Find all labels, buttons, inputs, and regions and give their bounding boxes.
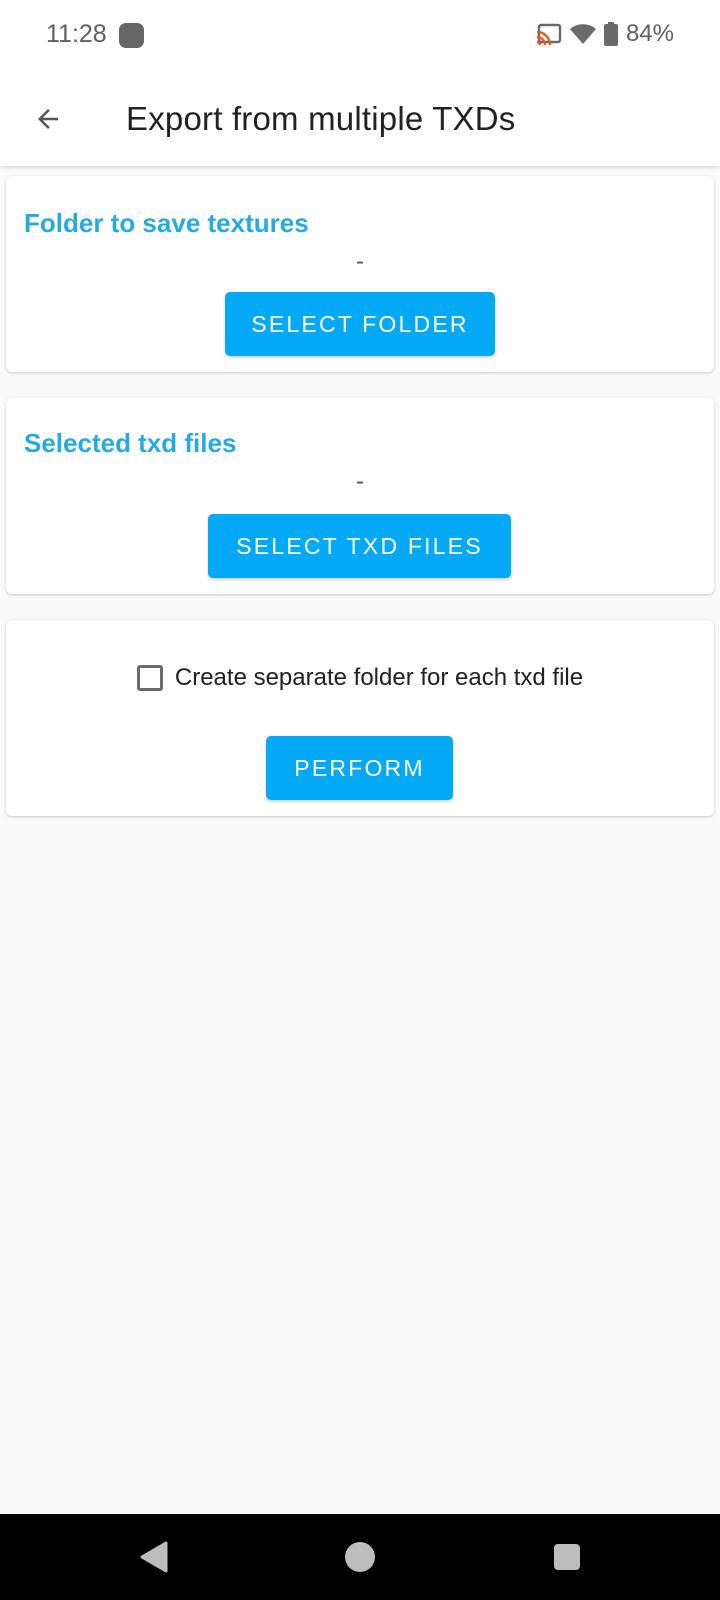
nav-home-button[interactable] bbox=[337, 1534, 383, 1580]
content-area: Folder to save textures - SELECT FOLDER … bbox=[0, 166, 720, 1514]
system-nav-bar bbox=[0, 1514, 720, 1600]
txd-files-value: - bbox=[356, 468, 364, 495]
select-folder-button[interactable]: SELECT FOLDER bbox=[225, 292, 495, 356]
arrow-back-icon bbox=[38, 109, 58, 129]
status-icons: 84% bbox=[536, 20, 674, 48]
txd-files-card-title: Selected txd files bbox=[24, 428, 237, 458]
app-bar: Export from multiple TXDs bbox=[0, 72, 720, 166]
folder-card-title: Folder to save textures bbox=[24, 208, 309, 238]
wifi-icon bbox=[569, 23, 596, 45]
screen: 11:28 84% Export from multiple TXDs Fold… bbox=[0, 0, 720, 1600]
folder-card: Folder to save textures - SELECT FOLDER bbox=[6, 176, 714, 372]
select-txd-files-button[interactable]: SELECT TXD FILES bbox=[208, 514, 511, 578]
cast-icon bbox=[536, 23, 562, 45]
separate-folder-option: Create separate folder for each txd file bbox=[6, 664, 714, 692]
page-title: Export from multiple TXDs bbox=[126, 100, 516, 137]
status-time: 11:28 bbox=[46, 20, 107, 48]
home-circle-icon bbox=[345, 1542, 375, 1572]
nav-back-button[interactable] bbox=[131, 1534, 177, 1580]
battery-icon bbox=[603, 22, 618, 46]
back-triangle-icon bbox=[140, 1541, 168, 1573]
nav-recents-button[interactable] bbox=[544, 1534, 590, 1580]
folder-value: - bbox=[356, 248, 364, 275]
recents-square-icon bbox=[554, 1544, 580, 1570]
status-bar: 11:28 84% bbox=[0, 0, 720, 72]
separate-folder-checkbox-label[interactable]: Create separate folder for each txd file bbox=[175, 664, 583, 692]
app-notification-icon bbox=[119, 23, 144, 48]
separate-folder-checkbox[interactable] bbox=[136, 665, 163, 691]
options-card: Create separate folder for each txd file… bbox=[6, 620, 714, 816]
back-button[interactable] bbox=[22, 93, 74, 145]
txd-files-card: Selected txd files - SELECT TXD FILES bbox=[6, 398, 714, 594]
perform-button[interactable]: PERFORM bbox=[266, 736, 453, 800]
battery-percent: 84% bbox=[625, 20, 674, 47]
